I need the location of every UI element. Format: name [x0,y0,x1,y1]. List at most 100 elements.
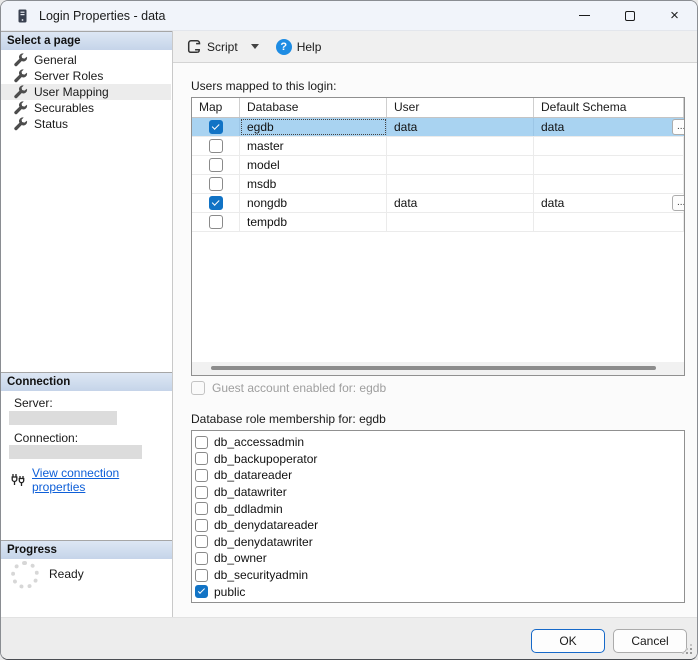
table-row-master[interactable]: master [192,137,684,156]
sidebar-item-label: General [34,53,77,67]
role-name: db_backupoperator [214,451,318,466]
cell-default-schema[interactable] [534,156,684,174]
close-button[interactable]: × [652,1,697,30]
help-icon: ? [275,38,292,55]
table-row-tempdb[interactable]: tempdb [192,213,684,232]
maximize-button[interactable] [607,1,652,30]
script-label: Script [207,39,238,54]
footer: OK Cancel [1,617,697,659]
cell-database[interactable]: msdb [240,175,387,193]
browse-schema-button[interactable]: ... [672,195,684,211]
role-item-db_backupoperator[interactable]: db_backupoperator [195,451,684,468]
cell-map[interactable] [192,194,240,212]
role-membership-label: Database role membership for: egdb [191,412,386,426]
resize-grip[interactable] [690,652,692,654]
view-connection-properties-link[interactable]: View connection properties [32,466,172,494]
role-name: db_accessadmin [214,435,305,450]
role-checkbox-db_accessadmin[interactable] [195,435,208,449]
cell-default-schema[interactable] [534,213,684,231]
role-item-db_denydatareader[interactable]: db_denydatareader [195,517,684,534]
role-checkbox-db_ddladmin[interactable] [195,502,208,516]
sidebar-item-securables[interactable]: Securables [1,100,171,116]
guest-account-checkbox [191,381,205,395]
role-name: db_ddladmin [214,501,283,516]
login-properties-dialog: Login Properties - data × Select a page … [0,0,698,660]
column-header-user[interactable]: User [387,98,534,117]
horizontal-scrollbar[interactable] [192,362,684,375]
map-checkbox-msdb[interactable] [208,177,223,191]
table-row-egdb[interactable]: egdb data data... [192,118,684,137]
script-icon [185,38,202,55]
cell-map[interactable] [192,137,240,155]
map-checkbox-egdb[interactable] [208,120,223,134]
server-label: Server: [14,396,53,410]
server-value [9,411,117,425]
map-checkbox-nongdb[interactable] [208,196,223,210]
role-checkbox-public[interactable] [195,585,208,599]
role-checkbox-db_denydatawriter[interactable] [195,535,208,549]
cell-user[interactable]: data [387,118,534,136]
role-item-db_owner[interactable]: db_owner [195,550,684,567]
view-connection-properties[interactable]: View connection properties [10,466,172,494]
cell-default-schema[interactable]: data... [534,194,684,212]
guest-account-label: Guest account enabled for: egdb [212,381,387,395]
column-header-database[interactable]: Database [240,98,387,117]
sidebar-item-label: Securables [34,101,95,115]
table-row-msdb[interactable]: msdb [192,175,684,194]
role-checkbox-db_backupoperator[interactable] [195,452,208,466]
sidebar-item-status[interactable]: Status [1,116,171,132]
ok-button[interactable]: OK [531,629,605,653]
help-button[interactable]: ? Help [272,35,326,59]
role-checkbox-db_datareader[interactable] [195,468,208,482]
role-item-db_datawriter[interactable]: db_datawriter [195,484,684,501]
role-checkbox-db_datawriter[interactable] [195,485,208,499]
browse-schema-button[interactable]: ... [672,119,684,135]
script-button[interactable]: Script [181,35,242,59]
script-dropdown-arrow-icon[interactable] [250,44,259,49]
cell-database[interactable]: nongdb [240,194,387,212]
cell-user[interactable]: data [387,194,534,212]
sidebar-item-general[interactable]: General [1,52,171,68]
cell-user[interactable] [387,213,534,231]
cell-user[interactable] [387,175,534,193]
table-row-model[interactable]: model [192,156,684,175]
cell-default-schema[interactable] [534,137,684,155]
role-item-db_accessadmin[interactable]: db_accessadmin [195,434,684,451]
cell-database[interactable]: model [240,156,387,174]
table-header: Map Database User Default Schema [192,98,684,118]
cell-user[interactable] [387,156,534,174]
role-checkbox-db_securityadmin[interactable] [195,568,208,582]
map-checkbox-model[interactable] [208,158,223,172]
cell-default-schema[interactable]: data... [534,118,684,136]
role-checkbox-db_denydatareader[interactable] [195,518,208,532]
role-checkbox-db_owner[interactable] [195,551,208,565]
maximize-icon [624,10,635,21]
cell-user[interactable] [387,137,534,155]
cell-database[interactable]: egdb [240,118,387,136]
sidebar-item-server-roles[interactable]: Server Roles [1,68,171,84]
cell-database[interactable]: tempdb [240,213,387,231]
cell-default-schema[interactable] [534,175,684,193]
column-header-map[interactable]: Map [192,98,240,117]
sidebar-item-user-mapping[interactable]: User Mapping [1,84,171,100]
minimize-button[interactable] [562,1,607,30]
cell-map[interactable] [192,156,240,174]
scrollbar-thumb[interactable] [211,366,656,370]
cell-map[interactable] [192,175,240,193]
role-item-db_denydatawriter[interactable]: db_denydatawriter [195,534,684,551]
map-checkbox-master[interactable] [208,139,223,153]
wrench-icon [14,101,28,115]
role-item-db_securityadmin[interactable]: db_securityadmin [195,567,684,584]
connection-label: Connection: [14,431,79,445]
role-item-public[interactable]: public [195,583,684,600]
cell-database[interactable]: master [240,137,387,155]
cell-map[interactable] [192,118,240,136]
role-item-db_ddladmin[interactable]: db_ddladmin [195,500,684,517]
table-row-nongdb[interactable]: nongdb data data... [192,194,684,213]
cancel-button[interactable]: Cancel [613,629,687,653]
role-item-db_datareader[interactable]: db_datareader [195,467,684,484]
column-header-default-schema[interactable]: Default Schema [534,98,684,117]
map-checkbox-tempdb[interactable] [208,215,223,229]
role-name: db_denydatawriter [214,534,313,549]
cell-map[interactable] [192,213,240,231]
